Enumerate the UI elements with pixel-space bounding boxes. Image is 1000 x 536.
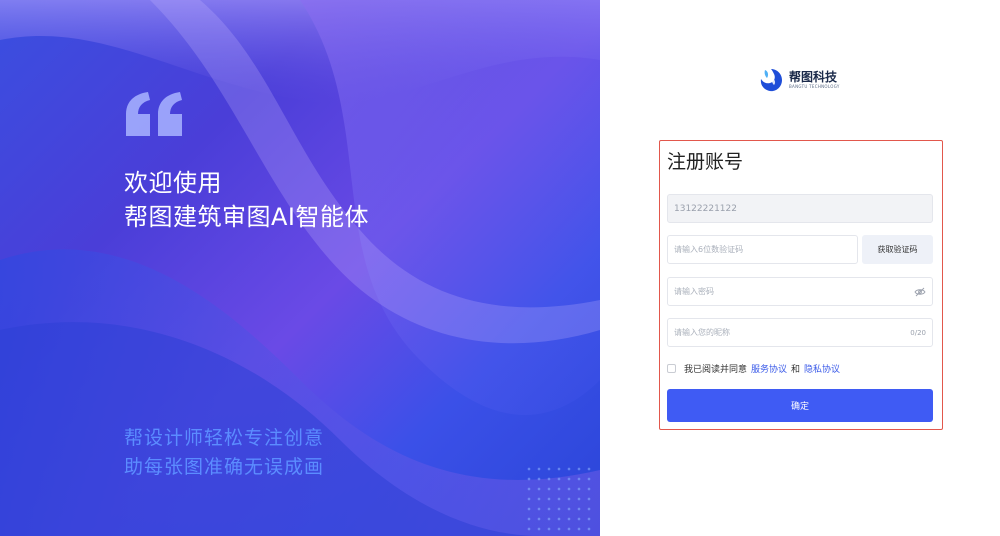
hero-slogan-line2: 助每张图准确无误成画 — [124, 456, 325, 478]
register-panel: 帮图科技 BANGTU TECHNOLOGY 注册账号 13122221122 … — [600, 0, 1000, 536]
privacy-agreement-link[interactable]: 隐私协议 — [804, 362, 840, 375]
nickname-counter: 0/20 — [910, 328, 926, 337]
quote-icon — [126, 92, 182, 136]
get-code-button[interactable]: 获取验证码 — [862, 235, 933, 264]
bangtu-logo-icon — [760, 69, 782, 92]
submit-button[interactable]: 确定 — [667, 389, 933, 422]
hero-slogan: 帮设计师轻松专注创意 助每张图准确无误成画 — [124, 424, 324, 482]
form-title: 注册账号 — [667, 151, 744, 173]
phone-value: 13122221122 — [674, 203, 737, 214]
hero-title-line2: 帮图建筑审图AI智能体 — [124, 203, 369, 231]
nickname-placeholder: 请输入您的昵称 — [674, 328, 730, 337]
brand-name-en: BANGTU TECHNOLOGY — [789, 84, 840, 89]
hero-title-line1: 欢迎使用 — [124, 169, 222, 197]
brand-logo: 帮图科技 BANGTU TECHNOLOGY — [757, 66, 840, 94]
hero-banner: 欢迎使用 帮图建筑审图AI智能体 帮设计师轻松专注创意 助每张图准确无误成画 — [0, 0, 600, 536]
nickname-input[interactable]: 请输入您的昵称 0/20 — [667, 318, 933, 347]
agreement-row: 我已阅读并同意 服务协议 和 隐私协议 — [667, 362, 844, 375]
dot-pattern — [524, 464, 594, 534]
hero-slogan-line1: 帮设计师轻松专注创意 — [124, 427, 325, 449]
password-input[interactable]: 请输入密码 — [667, 277, 933, 306]
agreement-checkbox[interactable] — [667, 364, 676, 373]
hero-title: 欢迎使用 帮图建筑审图AI智能体 — [124, 166, 369, 234]
code-placeholder: 请输入6位数验证码 — [674, 245, 744, 254]
service-agreement-link[interactable]: 服务协议 — [751, 362, 787, 375]
agreement-and: 和 — [791, 365, 801, 375]
brand-name-cn: 帮图科技 — [789, 70, 838, 84]
phone-field[interactable]: 13122221122 — [667, 194, 933, 223]
eye-off-icon[interactable] — [914, 287, 926, 297]
verification-code-input[interactable]: 请输入6位数验证码 — [667, 235, 858, 264]
password-placeholder: 请输入密码 — [674, 287, 714, 296]
agreement-prefix: 我已阅读并同意 — [684, 365, 748, 375]
register-page: 欢迎使用 帮图建筑审图AI智能体 帮设计师轻松专注创意 助每张图准确无误成画 帮… — [0, 0, 1000, 536]
